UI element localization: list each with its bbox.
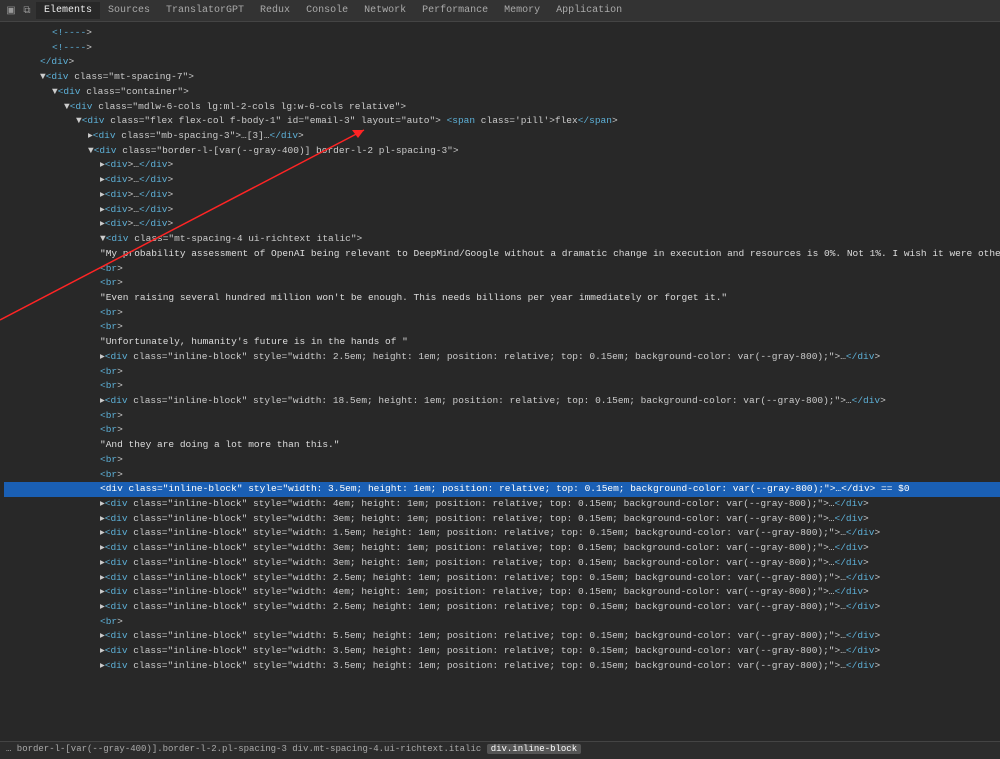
devtools-tabbar: ▣ ⧉ ElementsSourcesTranslatorGPTReduxCon… <box>0 0 1000 22</box>
devtools-tab-console[interactable]: Console <box>298 2 356 19</box>
inspect-icon[interactable]: ▣ <box>4 5 18 17</box>
devtools-tab-network[interactable]: Network <box>356 2 414 19</box>
devtools-tab-translatorgpt[interactable]: TranslatorGPT <box>158 2 252 19</box>
devtools-tab-elements[interactable]: Elements <box>36 2 100 19</box>
devtools-tab-redux[interactable]: Redux <box>252 2 298 19</box>
devtools-tab-memory[interactable]: Memory <box>496 2 548 19</box>
devtools-tab-application[interactable]: Application <box>548 2 630 19</box>
devtools-tab-performance[interactable]: Performance <box>414 2 496 19</box>
chrome-devtools: ▣ ⧉ ElementsSourcesTranslatorGPTReduxCon… <box>0 0 1000 759</box>
breadcrumb[interactable]: … border-l-[var(--gray-400)].border-l-2.… <box>0 741 1000 759</box>
elements-tree[interactable]: <!----><!----></div>▼<div class="mt-spac… <box>0 22 1000 741</box>
device-icon[interactable]: ⧉ <box>20 5 34 17</box>
devtools-tab-sources[interactable]: Sources <box>100 2 158 19</box>
